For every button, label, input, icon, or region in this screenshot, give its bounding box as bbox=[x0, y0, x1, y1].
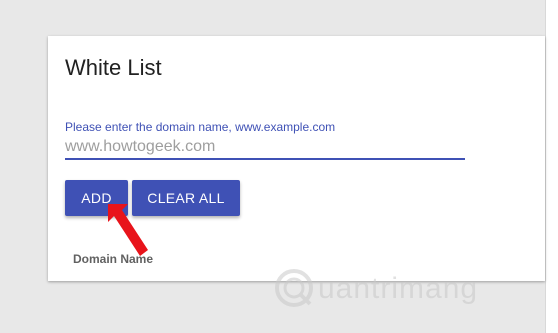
domain-field-label: Please enter the domain name, www.exampl… bbox=[65, 120, 336, 134]
right-edge-panel bbox=[545, 0, 558, 333]
watermark: uantrimang bbox=[272, 266, 502, 316]
red-arrow-icon bbox=[108, 204, 148, 256]
domain-input[interactable] bbox=[65, 136, 465, 160]
quantrimang-logo-icon bbox=[275, 269, 313, 307]
page-title: White List bbox=[65, 55, 162, 80]
watermark-text: uantrimang bbox=[318, 272, 479, 305]
